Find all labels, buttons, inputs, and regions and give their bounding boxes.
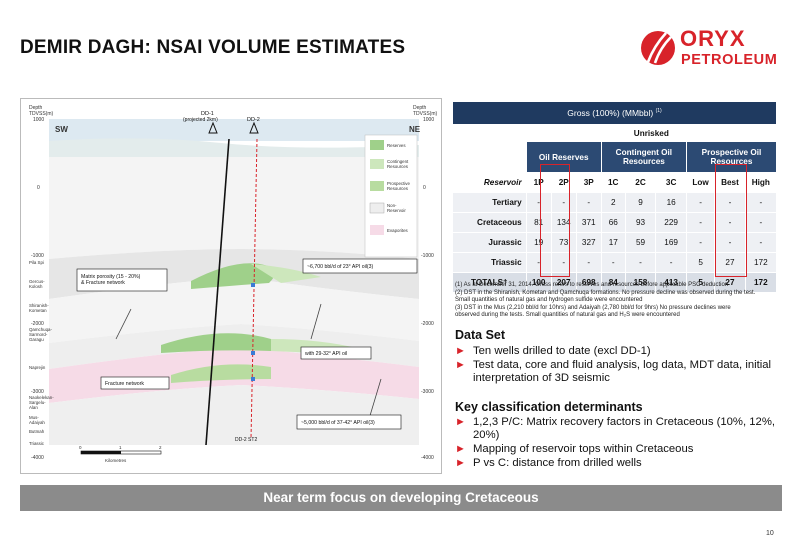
list-item: ► Ten wells drilled to date (excl DD-1) [455, 345, 651, 357]
bullet-arrow-icon: ► [455, 443, 466, 455]
list-item: ► Mapping of reservoir tops within Cretac… [455, 443, 694, 455]
col-2c: 2C [624, 172, 657, 193]
depth-right-5: -3000 [421, 389, 434, 395]
keyclass-list: ► 1,2,3 P/C: Matrix recovery factors in C… [455, 416, 775, 471]
depth-right-6: -4000 [421, 455, 434, 461]
depth-left-3: -1000 [31, 253, 44, 259]
col-reservoir: Reservoir [452, 172, 527, 193]
legend-prospective: Prospective Resources [387, 181, 410, 191]
slide-title: DEMIR DAGH: NSAI VOLUME ESTIMATES [20, 37, 406, 58]
formation-label-8: Butmah [29, 429, 45, 434]
callout-api2932: with 29-32° API oil [305, 351, 347, 357]
depth-left-1: 1000 [33, 117, 44, 123]
depth-right-2: 0 [423, 185, 426, 191]
bullet-arrow-icon: ► [455, 416, 466, 428]
legend-contingent: Contingent Resources [387, 159, 409, 169]
sw-label: SW [55, 125, 68, 134]
col-low: Low [685, 172, 716, 193]
formation-label-4: Qamchuqa-Sarmord-Garagu [29, 327, 52, 342]
depth-label-left: Depth TDVSS(m) [29, 105, 54, 117]
focus-banner: Near term focus on developing Cretaceous [20, 485, 782, 511]
dataset-title: Data Set [455, 328, 506, 342]
col-3p: 3P [575, 172, 602, 193]
list-item: ► 1,2,3 P/C: Matrix recovery factors in C… [455, 416, 775, 441]
ne-label: NE [409, 125, 421, 134]
page-number: 10 [766, 530, 774, 537]
table-footnotes: (1) As at December 31, 2014. Gross refer… [455, 282, 756, 319]
list-item: ► Test data, core and fluid analysis, log… [455, 359, 772, 384]
depth-left-2: 0 [37, 185, 40, 191]
scale-label-2: 2 [159, 445, 162, 450]
table-unrisked: Unrisked [525, 124, 778, 142]
table-title: Gross (100%) (MMbbl) (1) [452, 101, 777, 125]
bullet-arrow-icon: ► [455, 457, 466, 469]
dataset-list: ► Ten wells drilled to date (excl DD-1) ►… [455, 345, 775, 386]
bullet-arrow-icon: ► [455, 359, 466, 371]
formation-label-9: Triassic [29, 441, 45, 446]
cross-section-svg: Depth TDVSS(m) Depth TDVSS(m) SW NE DD-1… [29, 105, 438, 463]
scale-unit: Kilometres [105, 458, 127, 463]
legend-reserves: Reserves [387, 143, 406, 148]
logo-word-petroleum: PETROLEUM [681, 52, 778, 68]
depth-right-1: 1000 [423, 117, 434, 123]
depth-right-4: -2000 [421, 321, 434, 327]
list-item: ► P vs C: distance from drilled wells [455, 457, 642, 469]
callout-oil23: ~6,700 bbl/d of 23° API oil(3) [307, 264, 374, 270]
group-contingent: Contingent Oil Resources [600, 141, 687, 173]
col-high: High [744, 172, 778, 193]
col-3c: 3C [655, 172, 687, 193]
well-dd2-label: DD-2 [247, 117, 260, 123]
formation-label-3: Shiranish-Kometan [29, 303, 49, 313]
well-dd2st2-label: DD-2 ST2 [235, 437, 257, 443]
depth-label-right: Depth TDVSS(m) [413, 105, 438, 117]
highlight-best-column [715, 164, 747, 277]
highlight-2p-column [540, 164, 570, 277]
logo-word-oryx: ORYX [680, 26, 746, 51]
keyclass-title: Key classification determinants [455, 400, 643, 414]
oryx-logo: ORYX PETROLEUM [640, 26, 790, 78]
formation-label-5: Naprejin [29, 365, 46, 370]
callout-fracture: Fracture network [105, 381, 144, 387]
oryx-horns-logo-icon [641, 31, 675, 65]
scale-label-0: 0 [79, 445, 82, 450]
well-dd1-sub: (projected 2km) [183, 117, 218, 123]
scale-label-1: 1 [119, 445, 122, 450]
col-1c: 1C [600, 172, 626, 193]
depth-left-6: -4000 [31, 455, 44, 461]
callout-oil3742: ~5,000 bbl/d of 37-42° API oil(3) [301, 420, 375, 426]
legend-evaporites: Evaporites [387, 228, 409, 233]
cross-section-diagram: Depth TDVSS(m) Depth TDVSS(m) SW NE DD-1… [20, 98, 442, 474]
formation-label-2: Gercus-Kolosh [29, 279, 45, 289]
depth-right-3: -1000 [421, 253, 434, 259]
formation-label-7: Mus-Adaiyah [29, 415, 45, 425]
bullet-arrow-icon: ► [455, 345, 466, 357]
formation-label-1: Pila Spi [29, 260, 44, 265]
